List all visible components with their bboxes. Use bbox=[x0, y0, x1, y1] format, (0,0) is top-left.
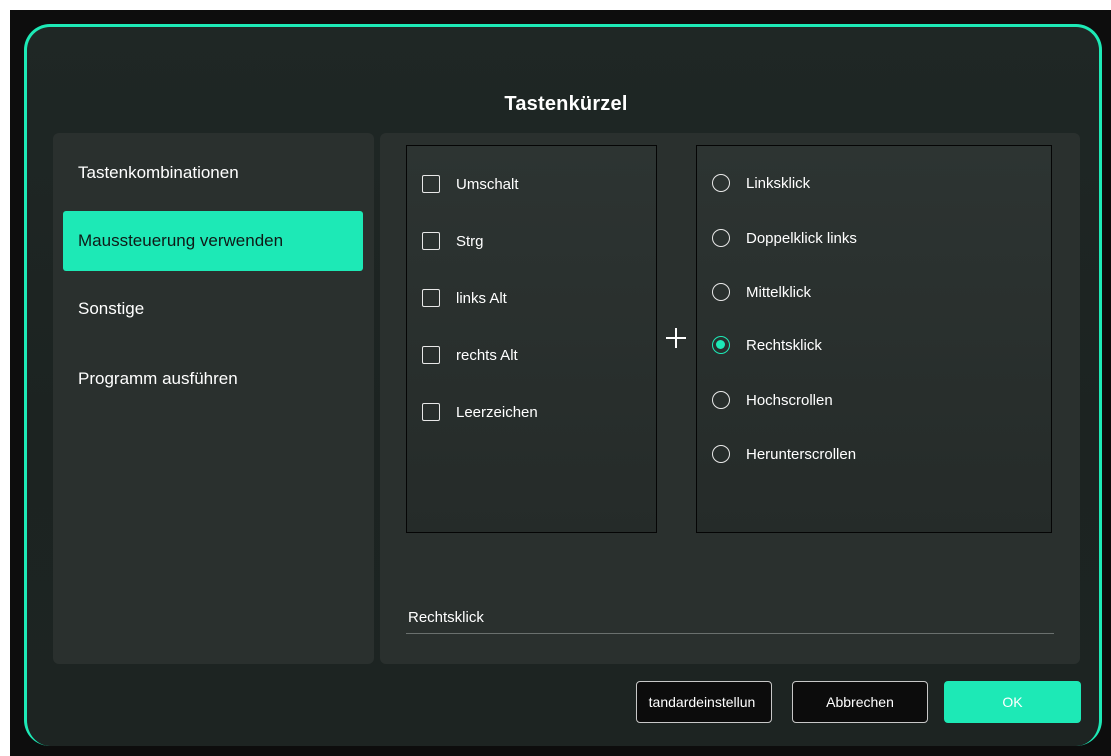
mouse-action-label: Rechtsklick bbox=[746, 336, 822, 354]
result-underline bbox=[406, 633, 1054, 634]
checkbox-icon[interactable] bbox=[422, 403, 440, 421]
radio-selected-icon[interactable] bbox=[712, 336, 730, 354]
radio-icon[interactable] bbox=[712, 391, 730, 409]
checkbox-icon[interactable] bbox=[422, 346, 440, 364]
modifier-option-links-alt[interactable]: links Alt bbox=[422, 288, 507, 308]
cancel-button[interactable]: Abbrechen bbox=[792, 681, 928, 723]
mouse-option-doppelklick-links[interactable]: Doppelklick links bbox=[712, 228, 857, 248]
modifier-label: Umschalt bbox=[456, 175, 519, 193]
checkbox-icon[interactable] bbox=[422, 232, 440, 250]
modifier-option-umschalt[interactable]: Umschalt bbox=[422, 174, 519, 194]
mouse-option-linksklick[interactable]: Linksklick bbox=[712, 173, 810, 193]
dialog-title: Tastenkürzel bbox=[504, 93, 628, 115]
radio-icon[interactable] bbox=[712, 283, 730, 301]
mouse-option-mittelklick[interactable]: Mittelklick bbox=[712, 282, 811, 302]
mouse-action-label: Hochscrollen bbox=[746, 391, 833, 409]
mouse-action-label: Herunterscrollen bbox=[746, 445, 857, 463]
mouse-action-label: Linksklick bbox=[746, 174, 811, 192]
shortcut-result-field[interactable]: Rechtsklick bbox=[408, 609, 484, 626]
plus-icon bbox=[664, 326, 688, 350]
sidebar-item-sonstige[interactable]: Sonstige bbox=[63, 279, 363, 339]
restore-defaults-button[interactable]: tandardeinstellun bbox=[636, 681, 772, 723]
shortcut-dialog: Tastenkürzel Tastenkombinationen Mausste… bbox=[24, 24, 1102, 746]
mouse-action-label: Doppelklick links bbox=[746, 229, 857, 247]
sidebar: Tastenkombinationen Maussteuerung verwen… bbox=[53, 133, 374, 664]
sidebar-item-programm-ausfuehren[interactable]: Programm ausführen bbox=[63, 349, 363, 409]
modifier-option-leerzeichen[interactable]: Leerzeichen bbox=[422, 402, 538, 422]
checkbox-icon[interactable] bbox=[422, 175, 440, 193]
content-panel: Umschalt Strg links Alt rechts Alt Leerz… bbox=[380, 133, 1080, 664]
modifier-label: links Alt bbox=[456, 289, 507, 307]
mouse-option-hochscrollen[interactable]: Hochscrollen bbox=[712, 390, 833, 410]
sidebar-item-tastenkombinationen[interactable]: Tastenkombinationen bbox=[63, 143, 363, 203]
modifier-label: Leerzeichen bbox=[456, 403, 538, 421]
modifier-option-rechts-alt[interactable]: rechts Alt bbox=[422, 345, 518, 365]
modifier-option-strg[interactable]: Strg bbox=[422, 231, 484, 251]
mouse-action-label: Mittelklick bbox=[746, 283, 812, 301]
modifier-keys-box: Umschalt Strg links Alt rechts Alt Leerz… bbox=[406, 145, 657, 533]
radio-icon[interactable] bbox=[712, 445, 730, 463]
modifier-label: rechts Alt bbox=[456, 346, 518, 364]
ok-button[interactable]: OK bbox=[944, 681, 1081, 723]
mouse-option-herunterscrollen[interactable]: Herunterscrollen bbox=[712, 444, 856, 464]
restore-defaults-label: tandardeinstellun bbox=[648, 694, 756, 710]
modifier-label: Strg bbox=[456, 232, 484, 250]
mouse-option-rechtsklick[interactable]: Rechtsklick bbox=[712, 335, 822, 355]
mouse-actions-box: Linksklick Doppelklick links Mittelklick… bbox=[696, 145, 1052, 533]
radio-icon[interactable] bbox=[712, 229, 730, 247]
radio-icon[interactable] bbox=[712, 174, 730, 192]
checkbox-icon[interactable] bbox=[422, 289, 440, 307]
sidebar-item-maussteuerung-verwenden[interactable]: Maussteuerung verwenden bbox=[63, 211, 363, 271]
